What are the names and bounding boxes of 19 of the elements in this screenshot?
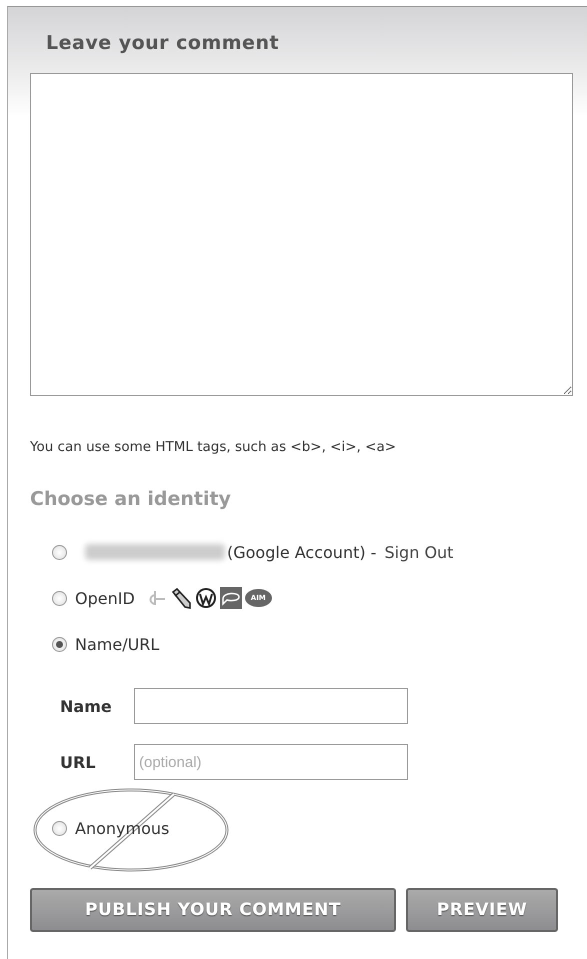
section-heading: Choose an identity: [30, 488, 231, 510]
radio-button[interactable]: [52, 590, 67, 606]
radio-button[interactable]: [52, 820, 67, 836]
radio-button[interactable]: [52, 544, 67, 560]
option-label: (Google Account) -: [227, 542, 376, 562]
option-label: OpenID: [75, 588, 135, 608]
input-field[interactable]: [134, 688, 408, 724]
sign-out-link[interactable]: Sign Out: [384, 542, 454, 562]
comment-field[interactable]: [30, 73, 573, 396]
field-label: URL: [60, 752, 97, 772]
input-field[interactable]: (optional): [134, 744, 408, 780]
speech-bubble-icon[interactable]: [220, 587, 242, 609]
radio-button[interactable]: [52, 636, 67, 652]
option-label: Name/URL: [75, 634, 160, 654]
help-text: You can use some HTML tags, such as <b>, <i>, <a>: [30, 439, 396, 455]
panel-title: Leave your comment: [46, 32, 280, 54]
field-label: Name: [60, 696, 113, 716]
wordpress-icon[interactable]: [194, 587, 217, 609]
pencil-icon[interactable]: [170, 587, 192, 609]
